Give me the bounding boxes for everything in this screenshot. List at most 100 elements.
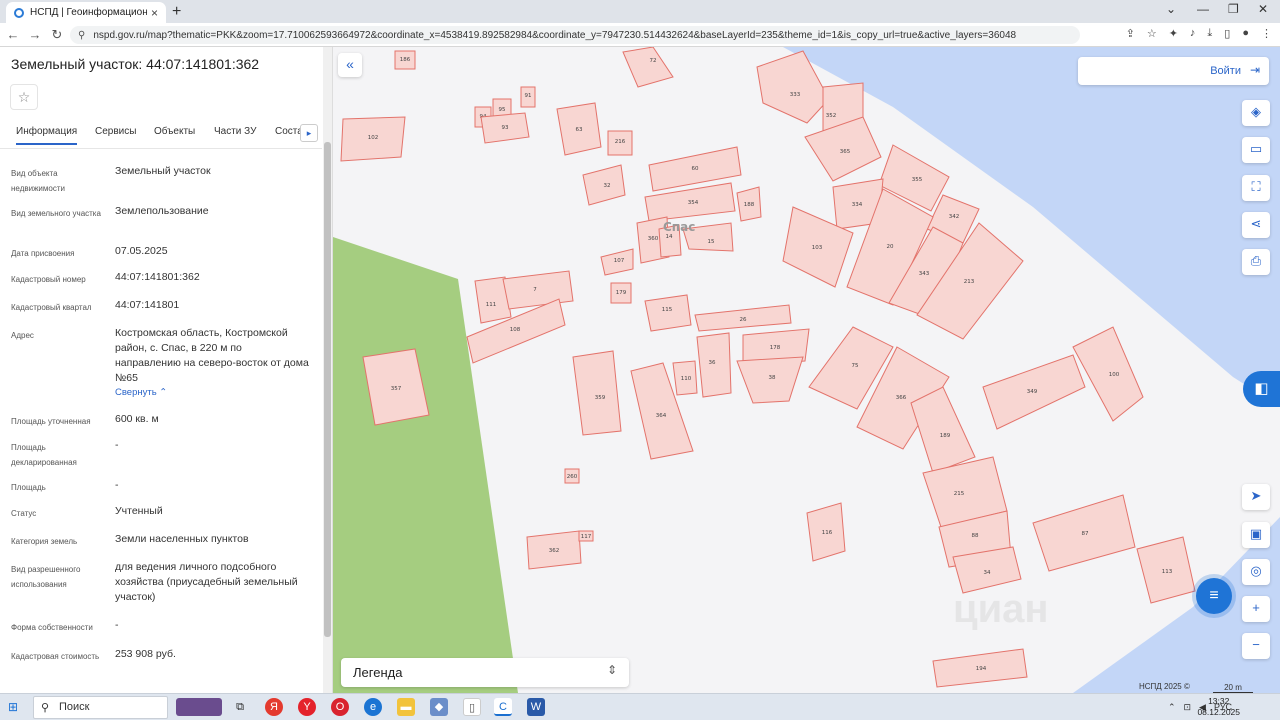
parcel[interactable]: [644, 294, 692, 332]
edge-icon[interactable]: e: [364, 698, 382, 716]
parcel-label: 260: [567, 474, 578, 480]
parcel-label: 36: [709, 360, 716, 366]
login-button[interactable]: Войти ⇥: [1078, 57, 1269, 85]
site-info-icon[interactable]: ⚲: [78, 30, 85, 41]
taskbar-search[interactable]: ⚲ Поиск: [33, 696, 168, 719]
zoom-in-icon[interactable]: +: [1242, 596, 1270, 622]
tab-search-icon[interactable]: ⌄: [1166, 2, 1176, 16]
tab-parts[interactable]: Части ЗУ: [214, 126, 256, 137]
attribute-label: Площадь уточненная: [11, 417, 91, 426]
chevron-right-icon[interactable]: ▸: [300, 124, 318, 142]
profile-icon[interactable]: ●: [1242, 27, 1249, 40]
parcel-label: 333: [790, 92, 801, 98]
attribute-value: Учтенный: [115, 505, 163, 517]
tray-chevron-icon[interactable]: ⌃: [1168, 702, 1176, 713]
attribute-value: 44:07:141801: [115, 299, 180, 311]
minimize-icon[interactable]: —: [1197, 2, 1209, 16]
navigate-icon[interactable]: ➤: [1242, 484, 1270, 510]
panel-scrollbar[interactable]: [323, 47, 332, 693]
close-tab-icon[interactable]: ×: [151, 6, 158, 20]
legend-dropdown[interactable]: Легенда ⇕: [341, 658, 629, 687]
parcel-label: 34: [984, 570, 991, 576]
parcel-label: 115: [662, 307, 673, 313]
parcel-label: 88: [972, 533, 979, 539]
forward-icon[interactable]: →: [24, 27, 46, 42]
minimap-icon[interactable]: ▣: [1242, 522, 1270, 548]
parcel-label: 189: [940, 433, 951, 439]
app-icon[interactable]: ◆: [430, 698, 448, 716]
zoom-out-icon[interactable]: −: [1242, 633, 1270, 659]
attribute-label: Площадь декларированная: [11, 443, 77, 467]
parcel[interactable]: [502, 270, 574, 310]
yandex-icon[interactable]: Y: [298, 698, 316, 716]
parcel-label: 354: [688, 200, 699, 206]
opera-icon[interactable]: O: [331, 698, 349, 716]
parcel-label: 216: [615, 139, 626, 145]
menu-icon[interactable]: ⋮: [1261, 27, 1272, 40]
parcel[interactable]: [622, 47, 674, 88]
document-icon[interactable]: ▯: [463, 698, 481, 716]
parcel[interactable]: [910, 386, 976, 474]
parcel-label: 357: [391, 386, 402, 392]
network-icon[interactable]: ⊡: [1184, 702, 1192, 713]
task-view-icon[interactable]: ⧉: [231, 698, 249, 716]
folder-icon[interactable]: ▬: [397, 698, 415, 716]
tab-info[interactable]: Информация: [16, 126, 78, 145]
layers-icon[interactable]: ◈: [1242, 100, 1270, 126]
bookmark-star-icon[interactable]: ☆: [1147, 27, 1157, 40]
parcel-label: 334: [852, 202, 863, 208]
parcel[interactable]: [572, 350, 622, 436]
area-select-icon[interactable]: ⛶: [1242, 175, 1270, 201]
browser-tab[interactable]: НСПД | Геоинформационный п ×: [6, 2, 166, 23]
parcel-label: 360: [648, 236, 659, 242]
parcel-label: 110: [681, 376, 692, 382]
parcel-label: 14: [666, 234, 673, 240]
yandex-browser-icon[interactable]: Я: [265, 698, 283, 716]
ruler-icon[interactable]: ▭: [1242, 137, 1270, 163]
attribute-value: 253 908 руб.: [115, 648, 176, 660]
sidepanel-icon[interactable]: ▯: [1224, 27, 1230, 40]
attribute-value: Земли населенных пунктов: [115, 533, 249, 545]
map-view[interactable]: 186 72 91 94 95 93 102 63 216 333 352 36…: [333, 47, 1280, 693]
parcel-label: 117: [581, 534, 592, 540]
tab-composition[interactable]: Соста: [275, 126, 303, 137]
collapse-panel-button[interactable]: «: [338, 53, 362, 77]
attribute-value: Землепользование: [115, 205, 209, 217]
back-icon[interactable]: ←: [2, 27, 24, 42]
chrome-icon[interactable]: C: [494, 698, 512, 716]
chat-icon[interactable]: ≡: [1196, 578, 1232, 614]
download-icon[interactable]: ⤓: [1207, 27, 1212, 40]
url-field[interactable]: ⚲ nspd.gov.ru/map?thematic=PKK&zoom=17.7…: [70, 26, 1080, 44]
parcel-label: 355: [912, 177, 923, 183]
favorite-star-icon[interactable]: ☆: [10, 84, 38, 110]
tab-objects[interactable]: Объекты: [154, 126, 195, 137]
watermark: циан: [953, 587, 1049, 631]
parcel-label: 102: [368, 135, 379, 141]
close-window-icon[interactable]: ✕: [1258, 2, 1268, 16]
print-icon[interactable]: ⎙: [1242, 249, 1270, 275]
share-icon[interactable]: ⇪: [1126, 27, 1135, 40]
parcel-label: 91: [525, 93, 532, 99]
restore-icon[interactable]: ❐: [1228, 2, 1239, 16]
parcel-label: 343: [919, 271, 930, 277]
attribute-label: Площадь: [11, 483, 46, 492]
windows-start-icon[interactable]: ⊞: [8, 700, 22, 714]
media-icon[interactable]: ♪: [1190, 27, 1196, 40]
parcel-label: 7: [533, 287, 537, 293]
reload-icon[interactable]: ↻: [46, 27, 68, 43]
extensions-icon[interactable]: ✦: [1169, 27, 1178, 40]
ai-assistant-icon[interactable]: ◧: [1243, 371, 1280, 407]
scrollbar-thumb[interactable]: [324, 142, 331, 637]
collapse-link[interactable]: Свернуть ⌃: [115, 387, 167, 398]
tab-services[interactable]: Сервисы: [95, 126, 136, 137]
attribute-value: 07.05.2025: [115, 245, 168, 257]
new-tab-icon[interactable]: +: [172, 3, 181, 21]
clock[interactable]: 13:32 08.12.2025: [1197, 696, 1240, 718]
share-map-icon[interactable]: ⋖: [1242, 212, 1270, 238]
word-icon[interactable]: W: [527, 698, 545, 716]
my-location-icon[interactable]: ◎: [1242, 559, 1270, 585]
map-canvas[interactable]: 186 72 91 94 95 93 102 63 216 333 352 36…: [333, 47, 1280, 693]
attribute-label: Дата присвоения: [11, 249, 75, 258]
news-widget-icon[interactable]: [176, 698, 222, 716]
panel-tabs: Информация Сервисы Объекты Части ЗУ Сост…: [0, 119, 322, 149]
